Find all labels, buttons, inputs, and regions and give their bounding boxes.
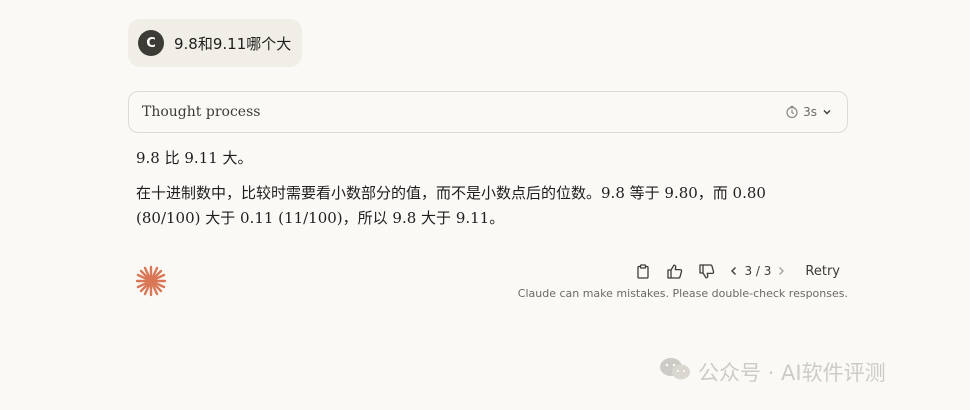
user-message-text: 9.8和9.11哪个大 [174, 34, 292, 53]
assistant-response: 9.8 比 9.11 大。 在十进制数中，比较时需要看小数部分的值，而不是小数点… [136, 146, 816, 231]
thought-duration: 3s [803, 105, 817, 119]
thought-process-toggle[interactable]: Thought process 3s [128, 91, 848, 133]
response-paragraph-1: 9.8 比 9.11 大。 [136, 149, 253, 167]
chevron-left-icon[interactable] [726, 259, 742, 283]
response-pager: 3 / 3 [726, 259, 789, 283]
wechat-icon [658, 356, 692, 387]
watermark: 公众号 · AI软件评测 [658, 356, 886, 387]
watermark-text: 公众号 · AI软件评测 [698, 360, 886, 385]
chevron-right-icon[interactable] [773, 259, 789, 283]
thumbs-up-icon[interactable] [662, 259, 688, 283]
thumbs-down-icon[interactable] [694, 259, 720, 283]
response-paragraph-2: 在十进制数中，比较时需要看小数部分的值，而不是小数点后的位数。9.8 等于 9.… [136, 184, 766, 227]
retry-button[interactable]: Retry [805, 264, 840, 279]
thought-process-label: Thought process [142, 104, 261, 120]
disclaimer-text: Claude can make mistakes. Please double-… [517, 287, 848, 300]
response-actions: 3 / 3 Retry [630, 259, 840, 283]
claude-logo-icon [134, 264, 168, 298]
copy-icon[interactable] [630, 259, 656, 283]
timer-icon [785, 105, 799, 119]
thought-process-meta: 3s [785, 105, 833, 119]
user-avatar: C [138, 30, 164, 56]
pager-count: 3 / 3 [744, 264, 772, 278]
chevron-down-icon [821, 106, 833, 118]
user-message-bubble: C 9.8和9.11哪个大 [128, 19, 302, 67]
